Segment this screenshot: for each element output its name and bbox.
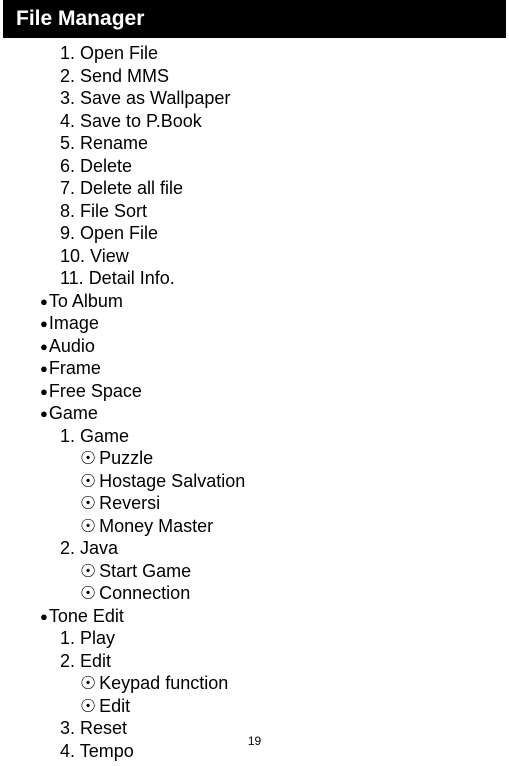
bullet-item: Audio	[40, 335, 509, 358]
submenu-item: 2. Edit	[60, 650, 509, 673]
menu-item: 9. Open File	[60, 222, 509, 245]
bullet-item: Tone Edit	[40, 605, 509, 628]
menu-item: 5. Rename	[60, 132, 509, 155]
submenu-item: 2. Java	[60, 537, 509, 560]
menu-item: 1. Open File	[60, 42, 509, 65]
submenu-item: 1. Play	[60, 627, 509, 650]
menu-item: 10. View	[60, 245, 509, 268]
page-number: 19	[0, 734, 509, 748]
content-body: 1. Open File 2. Send MMS 3. Save as Wall…	[0, 38, 509, 766]
bullet-item: To Album	[40, 290, 509, 313]
bullet-item: Free Space	[40, 380, 509, 403]
menu-item: 3. Save as Wallpaper	[60, 87, 509, 110]
page-border: File Manager	[3, 0, 506, 38]
menu-item: 2. Send MMS	[60, 65, 509, 88]
menu-item: 6. Delete	[60, 155, 509, 178]
dot-item: Edit	[80, 695, 509, 718]
menu-item: 8. File Sort	[60, 200, 509, 223]
dot-item: Hostage Salvation	[80, 470, 509, 493]
section-header: File Manager	[6, 3, 503, 35]
bullet-item: Image	[40, 312, 509, 335]
dot-item: Keypad function	[80, 672, 509, 695]
dot-item: Start Game	[80, 560, 509, 583]
menu-item: 4. Save to P.Book	[60, 110, 509, 133]
dot-item: Reversi	[80, 492, 509, 515]
bullet-item: Frame	[40, 357, 509, 380]
dot-item: Money Master	[80, 515, 509, 538]
dot-item: Connection	[80, 582, 509, 605]
menu-item: 7. Delete all file	[60, 177, 509, 200]
menu-item: 11. Detail Info.	[60, 267, 509, 290]
bullet-item: Game	[40, 402, 509, 425]
dot-item: Puzzle	[80, 447, 509, 470]
submenu-item: 1. Game	[60, 425, 509, 448]
